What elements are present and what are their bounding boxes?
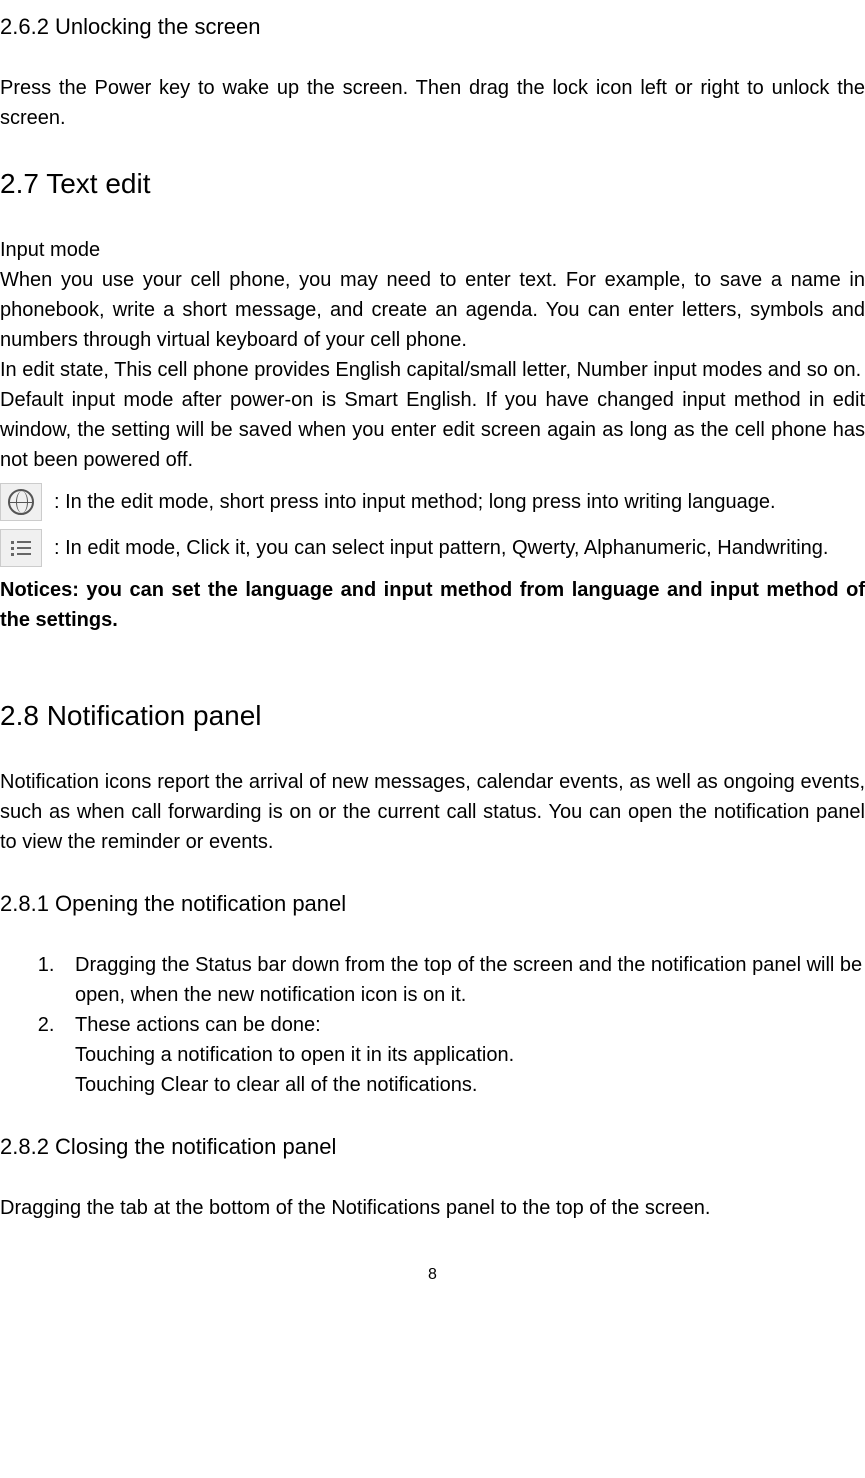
subheading-input-mode: Input mode	[0, 235, 865, 265]
notice-text: Notices: you can set the language and in…	[0, 575, 865, 635]
list-item-2a: Touching a notification to open it in it…	[75, 1040, 865, 1070]
list-pattern-icon	[0, 529, 42, 567]
paragraph-2-8-intro: Notification icons report the arrival of…	[0, 767, 865, 857]
paragraph-2-6-2: Press the Power key to wake up the scree…	[0, 73, 865, 133]
paragraph-2-7-p2: In edit state, This cell phone provides …	[0, 355, 865, 385]
heading-2-8-2: 2.8.2 Closing the notification panel	[0, 1130, 865, 1163]
icon-globe-description: : In the edit mode, short press into inp…	[54, 487, 865, 517]
heading-2-6-2: 2.6.2 Unlocking the screen	[0, 10, 865, 43]
icon-list-description: : In edit mode, Click it, you can select…	[54, 533, 865, 563]
paragraph-2-7-p1: When you use your cell phone, you may ne…	[0, 265, 865, 355]
paragraph-2-7-p3: Default input mode after power-on is Sma…	[0, 385, 865, 475]
page-number: 8	[0, 1263, 865, 1287]
paragraph-2-8-2: Dragging the tab at the bottom of the No…	[0, 1193, 865, 1223]
globe-icon	[0, 483, 42, 521]
list-item-1: Dragging the Status bar down from the to…	[60, 950, 865, 1010]
heading-2-8-1: 2.8.1 Opening the notification panel	[0, 887, 865, 920]
heading-2-8: 2.8 Notification panel	[0, 695, 865, 737]
list-item-2b: Touching Clear to clear all of the notif…	[75, 1070, 865, 1100]
heading-2-7: 2.7 Text edit	[0, 163, 865, 205]
list-item-2: These actions can be done:	[60, 1010, 865, 1040]
